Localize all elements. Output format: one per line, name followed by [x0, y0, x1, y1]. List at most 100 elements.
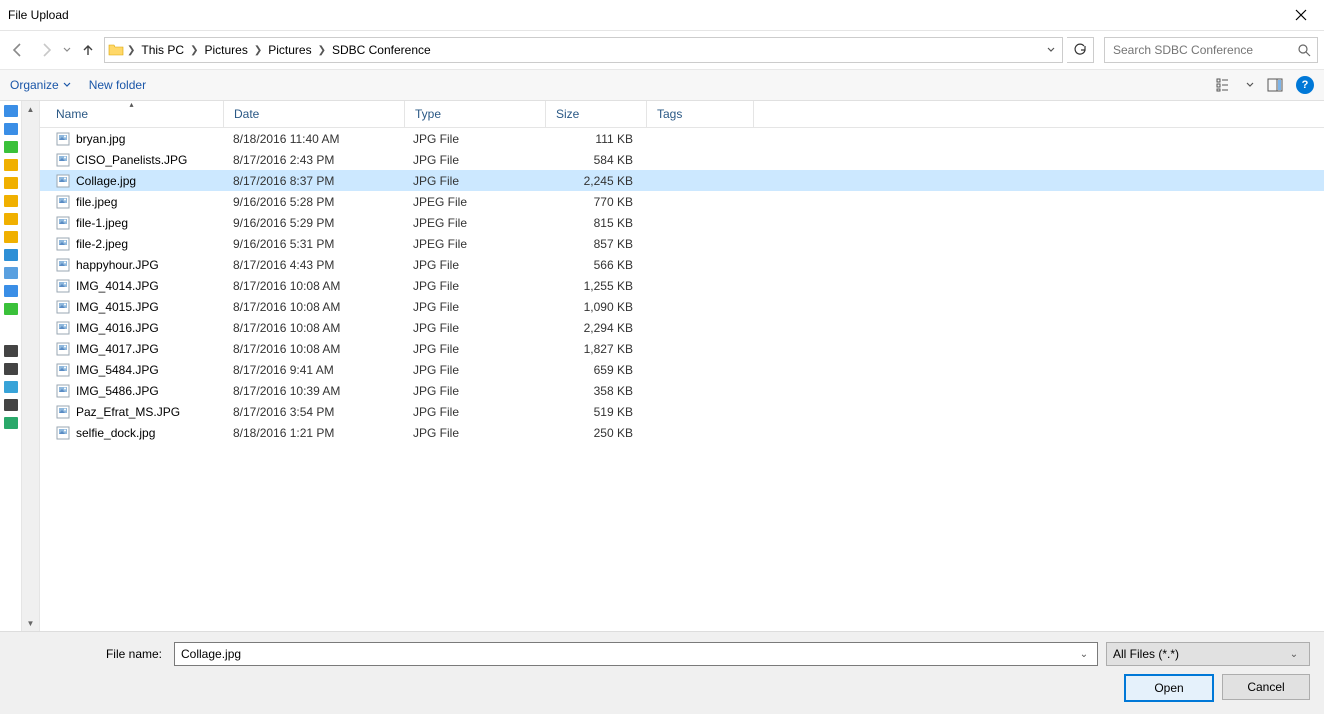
- file-row[interactable]: IMG_4016.JPG8/17/2016 10:08 AMJPG File2,…: [40, 317, 1324, 338]
- filename-combo[interactable]: ⌄: [174, 642, 1098, 666]
- file-name-text: IMG_5484.JPG: [76, 363, 159, 377]
- file-list-area: ▴ Name Date Type Size Tags bryan.jpg8/18…: [40, 101, 1324, 631]
- nav-item-stub[interactable]: [4, 363, 18, 375]
- file-row[interactable]: IMG_4017.JPG8/17/2016 10:08 AMJPG File1,…: [40, 338, 1324, 359]
- up-arrow-icon: [80, 42, 96, 58]
- nav-item-stub[interactable]: [4, 321, 18, 339]
- nav-item-stub[interactable]: [4, 399, 18, 411]
- search-icon: [1297, 43, 1311, 57]
- file-row[interactable]: file-1.jpeg9/16/2016 5:29 PMJPEG File815…: [40, 212, 1324, 233]
- close-button[interactable]: [1278, 0, 1324, 30]
- file-name-text: Paz_Efrat_MS.JPG: [76, 405, 180, 419]
- back-button[interactable]: [6, 38, 30, 62]
- nav-item-stub[interactable]: [4, 105, 18, 117]
- file-row[interactable]: IMG_5484.JPG8/17/2016 9:41 AMJPG File659…: [40, 359, 1324, 380]
- view-options-button[interactable]: [1214, 74, 1236, 96]
- nav-item-stub[interactable]: [4, 177, 18, 189]
- file-row[interactable]: IMG_4015.JPG8/17/2016 10:08 AMJPG File1,…: [40, 296, 1324, 317]
- help-button[interactable]: ?: [1296, 76, 1314, 94]
- nav-item-stub[interactable]: [4, 267, 18, 279]
- file-row[interactable]: IMG_4014.JPG8/17/2016 10:08 AMJPG File1,…: [40, 275, 1324, 296]
- chevron-down-icon[interactable]: [1246, 82, 1254, 88]
- nav-item-stub[interactable]: [4, 213, 18, 225]
- address-dropdown[interactable]: [1042, 47, 1060, 53]
- open-button[interactable]: Open: [1124, 674, 1214, 702]
- search-input[interactable]: [1111, 42, 1297, 58]
- filter-label: All Files (*.*): [1113, 647, 1179, 661]
- file-type-cell: JPG File: [403, 384, 543, 398]
- file-name-cell: bryan.jpg: [40, 132, 223, 146]
- file-type-cell: JPEG File: [403, 216, 543, 230]
- forward-button[interactable]: [34, 38, 58, 62]
- file-name-text: IMG_4014.JPG: [76, 279, 159, 293]
- file-row[interactable]: file-2.jpeg9/16/2016 5:31 PMJPEG File857…: [40, 233, 1324, 254]
- column-name-label: Name: [56, 107, 88, 121]
- nav-item-stub[interactable]: [4, 195, 18, 207]
- image-file-icon: [56, 174, 70, 188]
- recent-locations-dropdown[interactable]: [62, 47, 72, 53]
- file-row[interactable]: CISO_Panelists.JPG8/17/2016 2:43 PMJPG F…: [40, 149, 1324, 170]
- file-type-cell: JPEG File: [403, 195, 543, 209]
- nav-item-stub[interactable]: [4, 285, 18, 297]
- titlebar: File Upload: [0, 0, 1324, 31]
- file-row[interactable]: Collage.jpg8/17/2016 8:37 PMJPG File2,24…: [40, 170, 1324, 191]
- filter-dropdown-icon: ⌄: [1285, 649, 1303, 660]
- file-name-cell: file-1.jpeg: [40, 216, 223, 230]
- nav-item-stub[interactable]: [4, 381, 18, 393]
- image-file-icon: [56, 300, 70, 314]
- file-row[interactable]: Paz_Efrat_MS.JPG8/17/2016 3:54 PMJPG Fil…: [40, 401, 1324, 422]
- up-button[interactable]: [76, 38, 100, 62]
- column-header-size[interactable]: Size: [546, 101, 647, 127]
- sort-asc-icon: ▴: [129, 100, 133, 109]
- file-name-text: file-1.jpeg: [76, 216, 128, 230]
- breadcrumb-separator: ❯: [125, 45, 137, 56]
- file-name-cell: IMG_4016.JPG: [40, 321, 223, 335]
- file-row[interactable]: file.jpeg9/16/2016 5:28 PMJPEG File770 K…: [40, 191, 1324, 212]
- file-row[interactable]: happyhour.JPG8/17/2016 4:43 PMJPG File56…: [40, 254, 1324, 275]
- file-row[interactable]: bryan.jpg8/18/2016 11:40 AMJPG File111 K…: [40, 128, 1324, 149]
- nav-item-stub[interactable]: [4, 159, 18, 171]
- file-row[interactable]: IMG_5486.JPG8/17/2016 10:39 AMJPG File35…: [40, 380, 1324, 401]
- file-date-cell: 8/17/2016 9:41 AM: [223, 363, 403, 377]
- nav-item-stub[interactable]: [4, 141, 18, 153]
- search-box[interactable]: [1104, 37, 1318, 63]
- file-date-cell: 8/17/2016 10:08 AM: [223, 279, 403, 293]
- column-header-type[interactable]: Type: [405, 101, 546, 127]
- address-bar[interactable]: ❯ This PC ❯ Pictures ❯ Pictures ❯ SDBC C…: [104, 37, 1063, 63]
- cancel-button[interactable]: Cancel: [1222, 674, 1310, 700]
- nav-item-stub[interactable]: [4, 231, 18, 243]
- filename-input[interactable]: [179, 646, 1075, 662]
- column-header-tags[interactable]: Tags: [647, 101, 754, 127]
- chevron-down-icon: [63, 47, 71, 53]
- breadcrumb-item-3[interactable]: SDBC Conference: [328, 38, 435, 62]
- breadcrumb-item-2[interactable]: Pictures: [264, 38, 315, 62]
- scroll-up-icon: ▲: [22, 101, 39, 117]
- filename-dropdown[interactable]: ⌄: [1075, 649, 1093, 660]
- nav-item-stub[interactable]: [4, 249, 18, 261]
- file-name-cell: happyhour.JPG: [40, 258, 223, 272]
- nav-scrollbar[interactable]: ▲ ▼: [22, 101, 40, 631]
- refresh-button[interactable]: [1067, 37, 1094, 63]
- nav-item-stub[interactable]: [4, 417, 18, 429]
- file-type-filter[interactable]: All Files (*.*) ⌄: [1106, 642, 1310, 666]
- breadcrumb-item-0[interactable]: This PC: [137, 38, 188, 62]
- file-dialog: File Upload ❯ This PC ❯ Pictures ❯: [0, 0, 1324, 714]
- column-header-date[interactable]: Date: [224, 101, 405, 127]
- chevron-down-icon: [63, 82, 71, 88]
- nav-item-stub[interactable]: [4, 345, 18, 357]
- file-date-cell: 9/16/2016 5:28 PM: [223, 195, 403, 209]
- file-row[interactable]: selfie_dock.jpg8/18/2016 1:21 PMJPG File…: [40, 422, 1324, 443]
- nav-item-stub[interactable]: [4, 123, 18, 135]
- breadcrumb-item-1[interactable]: Pictures: [200, 38, 251, 62]
- file-size-cell: 250 KB: [543, 426, 643, 440]
- image-file-icon: [56, 321, 70, 335]
- nav-item-stub[interactable]: [4, 303, 18, 315]
- file-size-cell: 566 KB: [543, 258, 643, 272]
- preview-pane-button[interactable]: [1264, 74, 1286, 96]
- column-header-name[interactable]: ▴ Name: [40, 101, 224, 127]
- image-file-icon: [56, 342, 70, 356]
- file-rows: bryan.jpg8/18/2016 11:40 AMJPG File111 K…: [40, 128, 1324, 631]
- organize-menu[interactable]: Organize: [10, 78, 71, 92]
- new-folder-button[interactable]: New folder: [89, 78, 146, 92]
- nav-pane[interactable]: [0, 101, 22, 631]
